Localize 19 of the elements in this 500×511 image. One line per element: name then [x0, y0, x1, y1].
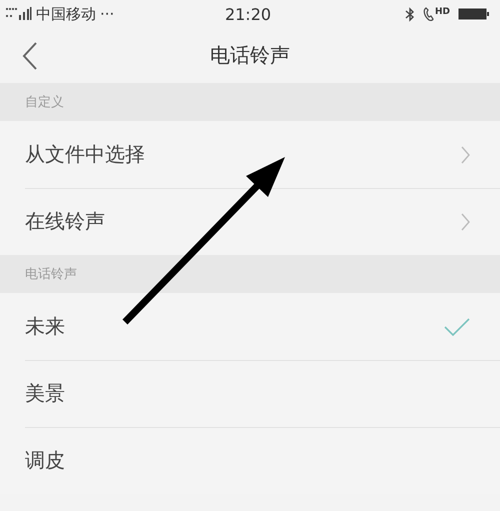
ringtone-item[interactable]: 未来 [25, 313, 444, 340]
back-icon[interactable] [22, 42, 38, 70]
section-header: 自定义 [25, 94, 64, 111]
signal-icon [6, 7, 32, 21]
chevron-right-icon [461, 146, 470, 164]
ringtone-item[interactable]: 美景 [25, 380, 470, 407]
chevron-right-icon [461, 212, 470, 230]
carrier-name: 中国移动 [36, 4, 96, 24]
clock-time: 21:20 [224, 4, 272, 24]
ringtone-item[interactable]: 调皮 [25, 447, 470, 474]
menu-item[interactable]: 从文件中选择 [25, 141, 461, 168]
section-header: 电话铃声 [25, 266, 77, 283]
battery-icon [458, 7, 490, 21]
phone-icon [422, 6, 435, 22]
hd-label: HD [434, 6, 450, 16]
page-title: 电话铃声 [210, 43, 290, 67]
bluetooth-icon [404, 6, 415, 22]
more-dots: ··· [100, 5, 114, 23]
menu-item[interactable]: 在线铃声 [25, 208, 461, 235]
